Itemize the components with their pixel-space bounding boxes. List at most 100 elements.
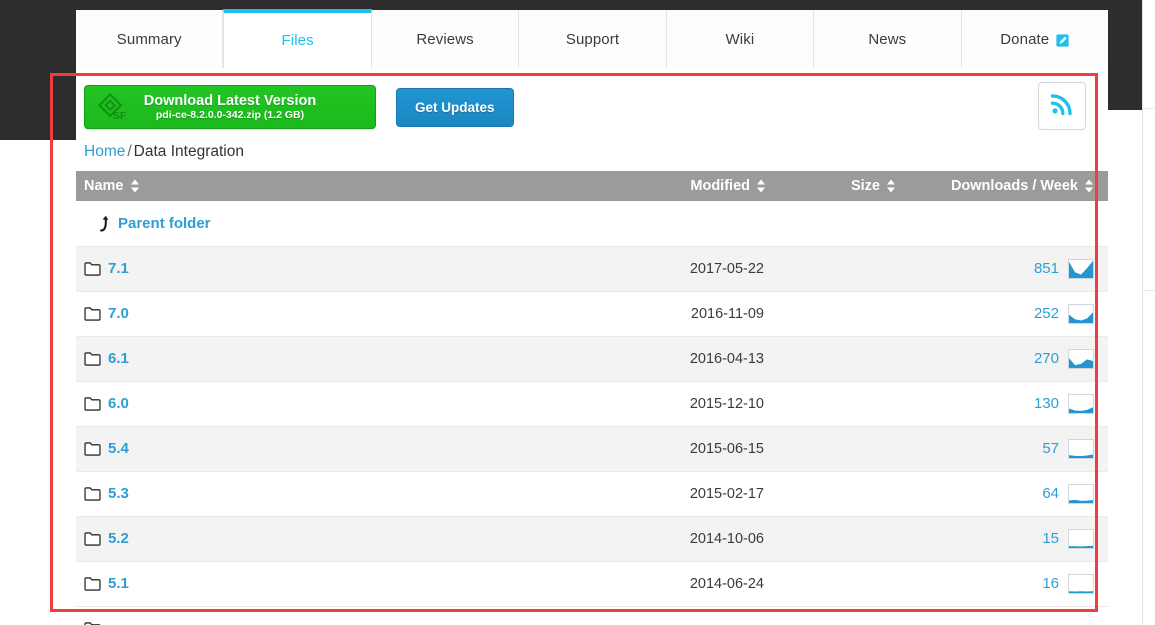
table-row-partial[interactable]	[76, 606, 1108, 625]
downloads-count[interactable]: 270	[1034, 350, 1059, 367]
page-edge-rule-bottom	[1143, 290, 1155, 291]
project-card: Summary Files Reviews Support Wiki News …	[76, 10, 1108, 625]
column-header-name[interactable]: Name	[76, 171, 546, 201]
folder-icon	[84, 577, 101, 591]
folder-name-link[interactable]: 7.1	[108, 260, 129, 277]
row-name-cell: 6.1	[76, 336, 546, 381]
row-name-cell: 7.1	[76, 246, 546, 291]
downloads-count[interactable]: 130	[1034, 395, 1059, 412]
tab-summary[interactable]: Summary	[76, 10, 223, 68]
sort-updown-icon	[886, 179, 896, 193]
sparkline-icon	[1068, 349, 1094, 369]
row-modified-cell: 2016-11-09	[546, 291, 766, 336]
tab-reviews[interactable]: Reviews	[372, 10, 519, 68]
row-name-cell: 6.0	[76, 381, 546, 426]
row-modified-cell: 2017-05-22	[546, 246, 766, 291]
folder-name-link[interactable]: 5.2	[108, 530, 129, 547]
row-modified-cell: 2016-04-13	[546, 336, 766, 381]
row-name-cell: 5.4	[76, 426, 546, 471]
tab-news[interactable]: News	[814, 10, 961, 68]
tab-wiki[interactable]: Wiki	[667, 10, 814, 68]
row-name-cell: 5.1	[76, 561, 546, 606]
table-row[interactable]: 7.0 2016-11-09 252	[76, 291, 1108, 336]
tab-support[interactable]: Support	[519, 10, 666, 68]
column-header-modified[interactable]: Modified	[546, 171, 766, 201]
sourceforge-logo-icon: SF	[97, 92, 129, 124]
row-downloads-cell: 57	[896, 426, 1108, 471]
table-row[interactable]: 5.1 2014-06-24 16	[76, 561, 1108, 606]
downloads-count[interactable]: 15	[1042, 530, 1059, 547]
tab-donate[interactable]: Donate	[962, 10, 1108, 68]
table-row[interactable]: 5.2 2014-10-06 15	[76, 516, 1108, 561]
row-size-cell	[766, 336, 896, 381]
external-link-icon	[1056, 34, 1069, 47]
tab-reviews-label: Reviews	[416, 31, 473, 48]
download-button-title: Download Latest Version	[144, 93, 316, 109]
table-row[interactable]: 6.0 2015-12-10 130	[76, 381, 1108, 426]
sparkline-icon	[1068, 304, 1094, 324]
row-downloads-cell: 15	[896, 516, 1108, 561]
row-name-cell: 5.3	[76, 471, 546, 516]
folder-icon	[84, 532, 101, 546]
folder-icon	[84, 487, 101, 501]
column-header-size-label: Size	[851, 178, 880, 194]
tab-news-label: News	[868, 31, 906, 48]
downloads-count[interactable]: 16	[1042, 575, 1059, 592]
page-edge-rule-top	[1143, 108, 1155, 109]
file-listing-table: Name Modified	[76, 171, 1108, 625]
page-background-top	[0, 0, 1142, 10]
row-modified-cell: 2014-10-06	[546, 516, 766, 561]
tab-summary-label: Summary	[117, 31, 182, 48]
page-background-left	[0, 0, 76, 140]
svg-text:SF: SF	[113, 111, 126, 122]
project-tab-bar: Summary Files Reviews Support Wiki News …	[76, 10, 1108, 68]
tab-donate-label: Donate	[1000, 31, 1049, 48]
rss-feed-button[interactable]	[1038, 82, 1086, 130]
downloads-count[interactable]: 57	[1042, 440, 1059, 457]
parent-folder-link[interactable]: Parent folder	[118, 215, 211, 232]
folder-name-link[interactable]: 5.3	[108, 485, 129, 502]
get-updates-button[interactable]: Get Updates	[396, 88, 514, 127]
download-latest-version-button[interactable]: SF Download Latest Version pdi-ce-8.2.0.…	[84, 85, 376, 129]
column-header-downloads[interactable]: Downloads / Week	[896, 171, 1108, 201]
tab-files[interactable]: Files	[223, 9, 371, 68]
sparkline-icon	[1068, 574, 1094, 594]
column-header-size[interactable]: Size	[766, 171, 896, 201]
sort-updown-icon	[130, 179, 140, 193]
folder-name-link[interactable]: 6.1	[108, 350, 129, 367]
folder-icon	[84, 307, 101, 321]
tab-files-label: Files	[282, 32, 314, 49]
folder-icon	[84, 352, 101, 366]
table-row[interactable]: 7.1 2017-05-22 851	[76, 246, 1108, 291]
sparkline-icon	[1068, 394, 1094, 414]
row-downloads-cell: 64	[896, 471, 1108, 516]
folder-name-link[interactable]: 7.0	[108, 305, 129, 322]
breadcrumb: Home/Data Integration	[76, 129, 1108, 171]
parent-folder-row[interactable]: Parent folder	[76, 201, 1108, 246]
row-modified-cell: 2015-12-10	[546, 381, 766, 426]
tab-support-label: Support	[566, 31, 619, 48]
downloads-count[interactable]: 851	[1034, 260, 1059, 277]
folder-name-link[interactable]: 5.4	[108, 440, 129, 457]
row-modified-cell: 2015-06-15	[546, 426, 766, 471]
row-modified-cell: 2014-06-24	[546, 561, 766, 606]
row-size-cell	[766, 291, 896, 336]
sort-updown-icon	[1084, 179, 1094, 193]
row-name-cell: 5.2	[76, 516, 546, 561]
screenshot-root: Summary Files Reviews Support Wiki News …	[0, 0, 1155, 625]
folder-icon	[84, 262, 101, 276]
folder-name-link[interactable]: 6.0	[108, 395, 129, 412]
breadcrumb-home-link[interactable]: Home	[84, 143, 125, 160]
row-size-cell	[766, 471, 896, 516]
downloads-count[interactable]: 252	[1034, 305, 1059, 322]
folder-name-link[interactable]: 5.1	[108, 575, 129, 592]
sparkline-icon	[1068, 259, 1094, 279]
file-table-header: Name Modified	[76, 171, 1108, 201]
downloads-count[interactable]: 64	[1042, 485, 1059, 502]
table-row[interactable]: 6.1 2016-04-13 270	[76, 336, 1108, 381]
row-downloads-cell: 851	[896, 246, 1108, 291]
table-row[interactable]: 5.4 2015-06-15 57	[76, 426, 1108, 471]
download-button-filename: pdi-ce-8.2.0.0-342.zip (1.2 GB)	[156, 109, 304, 122]
column-header-modified-label: Modified	[690, 178, 750, 194]
table-row[interactable]: 5.32015-02-1764	[76, 471, 1108, 516]
